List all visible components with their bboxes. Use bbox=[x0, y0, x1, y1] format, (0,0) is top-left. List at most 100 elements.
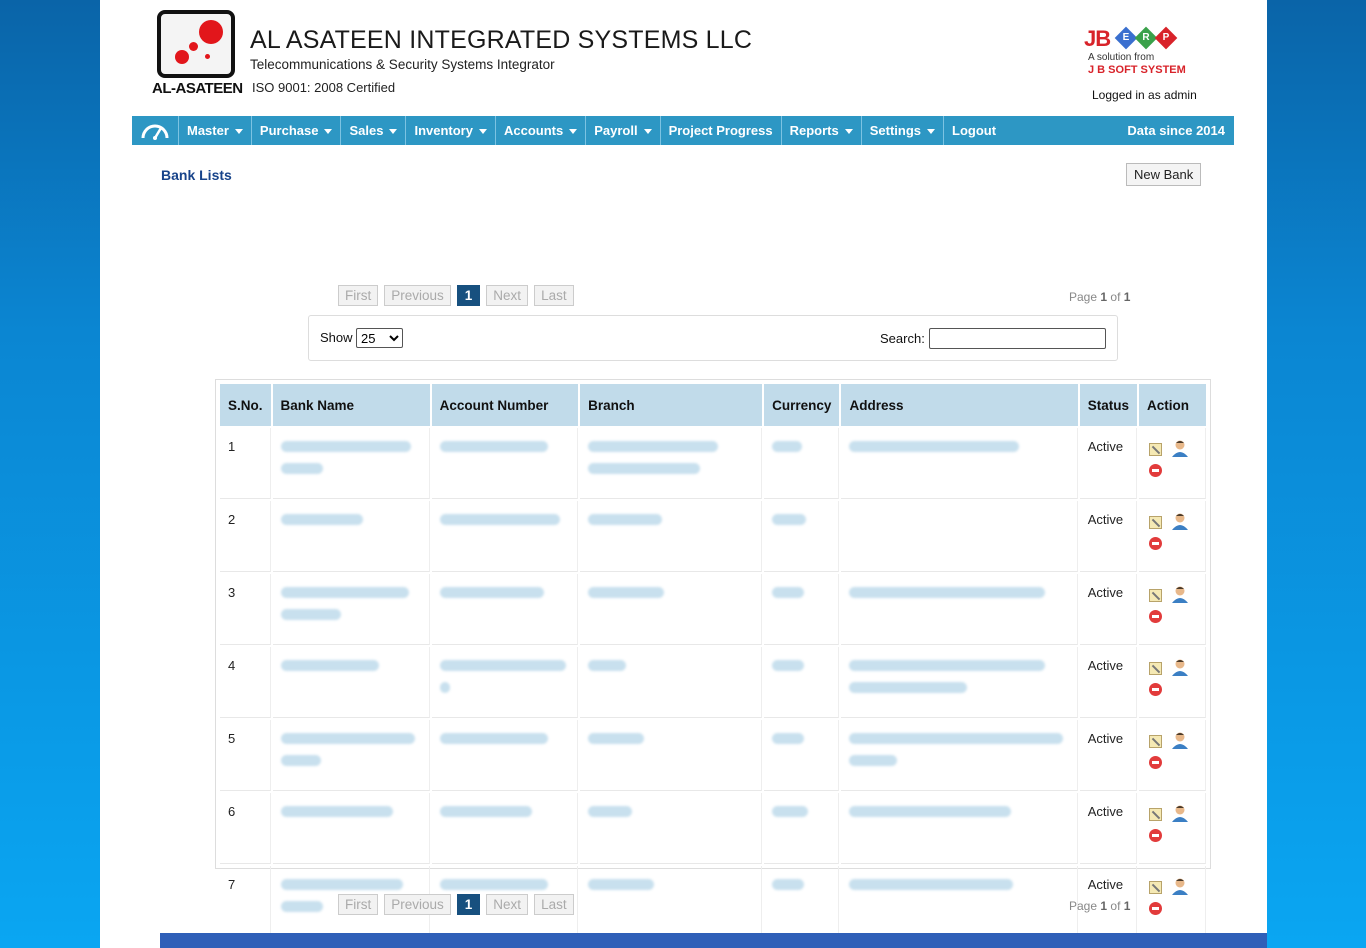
user-icon[interactable] bbox=[1171, 731, 1189, 749]
cell-actions bbox=[1139, 501, 1206, 572]
edit-icon[interactable] bbox=[1149, 589, 1162, 602]
cell-currency bbox=[764, 720, 840, 791]
cell-branch bbox=[580, 428, 763, 499]
company-logo bbox=[157, 10, 235, 78]
table-filter-bar: Show 25 Search: bbox=[308, 315, 1118, 361]
cell-address bbox=[841, 428, 1078, 499]
user-icon[interactable] bbox=[1171, 585, 1189, 603]
company-tagline: Telecommunications & Security Systems In… bbox=[250, 57, 555, 72]
cell-bank-name bbox=[272, 720, 430, 791]
delete-icon[interactable] bbox=[1149, 537, 1162, 550]
cell-sno: 5 bbox=[220, 720, 271, 791]
pager-page-button[interactable]: 1 bbox=[456, 894, 481, 915]
col-currency[interactable]: Currency bbox=[764, 384, 840, 426]
delete-icon[interactable] bbox=[1149, 756, 1162, 769]
col-sno[interactable]: S.No. bbox=[220, 384, 271, 426]
table-row: 6 Active bbox=[220, 793, 1206, 864]
table-row: 5 Active bbox=[220, 720, 1206, 791]
nav-reports[interactable]: Reports bbox=[782, 116, 862, 145]
cell-account-number bbox=[431, 720, 579, 791]
nav-settings[interactable]: Settings bbox=[862, 116, 945, 145]
edit-icon[interactable] bbox=[1149, 443, 1162, 456]
show-label: Show bbox=[320, 330, 353, 345]
page-title: Bank Lists bbox=[161, 167, 232, 183]
user-icon[interactable] bbox=[1171, 658, 1189, 676]
caret-down-icon bbox=[844, 129, 853, 135]
col-address[interactable]: Address bbox=[841, 384, 1078, 426]
dashboard-icon[interactable] bbox=[132, 116, 179, 145]
edit-icon[interactable] bbox=[1149, 735, 1162, 748]
pager-previous-button[interactable]: Previous bbox=[384, 894, 451, 915]
delete-icon[interactable] bbox=[1149, 610, 1162, 623]
cell-bank-name bbox=[272, 501, 430, 572]
erp-logo: JB E R P A solution from J B SOFT SYSTEM bbox=[1084, 26, 1186, 76]
col-action: Action bbox=[1139, 384, 1206, 426]
search-label: Search: bbox=[880, 331, 925, 346]
nav-purchase[interactable]: Purchase bbox=[252, 116, 342, 145]
nav-inventory[interactable]: Inventory bbox=[406, 116, 496, 145]
pager-first-button[interactable]: First bbox=[338, 285, 379, 306]
nav-payroll[interactable]: Payroll bbox=[586, 116, 661, 145]
pager-previous-button[interactable]: Previous bbox=[384, 285, 451, 306]
pager-first-button[interactable]: First bbox=[338, 894, 379, 915]
cell-sno: 1 bbox=[220, 428, 271, 499]
new-bank-button[interactable]: New Bank bbox=[1126, 163, 1202, 186]
pager-last-button[interactable]: Last bbox=[534, 285, 574, 306]
cell-currency bbox=[764, 866, 840, 937]
bank-table-container: S.No. Bank Name Account Number Branch Cu… bbox=[215, 379, 1211, 937]
table-row: 1 Active bbox=[220, 428, 1206, 499]
edit-icon[interactable] bbox=[1149, 662, 1162, 675]
bank-table: S.No. Bank Name Account Number Branch Cu… bbox=[218, 382, 1208, 939]
edit-icon[interactable] bbox=[1149, 808, 1162, 821]
user-icon[interactable] bbox=[1171, 877, 1189, 895]
cell-currency bbox=[764, 501, 840, 572]
delete-icon[interactable] bbox=[1149, 902, 1162, 915]
pager-bottom: First Previous 1 Next Last bbox=[338, 894, 574, 915]
cell-address bbox=[841, 574, 1078, 645]
delete-icon[interactable] bbox=[1149, 829, 1162, 842]
caret-down-icon bbox=[234, 129, 243, 135]
edit-icon[interactable] bbox=[1149, 881, 1162, 894]
cell-branch bbox=[580, 574, 763, 645]
caret-down-icon bbox=[569, 129, 578, 135]
caret-down-icon bbox=[643, 129, 652, 135]
cell-status: Active bbox=[1079, 428, 1137, 499]
col-branch[interactable]: Branch bbox=[580, 384, 763, 426]
user-icon[interactable] bbox=[1171, 512, 1189, 530]
col-bank-name[interactable]: Bank Name bbox=[272, 384, 430, 426]
nav-master[interactable]: Master bbox=[179, 116, 252, 145]
nav-project-progress[interactable]: Project Progress bbox=[661, 116, 782, 145]
caret-down-icon bbox=[389, 129, 398, 135]
caret-down-icon bbox=[478, 129, 487, 135]
delete-icon[interactable] bbox=[1149, 683, 1162, 696]
delete-icon[interactable] bbox=[1149, 464, 1162, 477]
cell-actions bbox=[1139, 866, 1206, 937]
cell-actions bbox=[1139, 647, 1206, 718]
pager-next-button[interactable]: Next bbox=[486, 285, 529, 306]
cell-address bbox=[841, 501, 1078, 572]
col-status[interactable]: Status bbox=[1079, 384, 1137, 426]
cell-sno: 7 bbox=[220, 866, 271, 937]
cell-sno: 2 bbox=[220, 501, 271, 572]
pager-page-button[interactable]: 1 bbox=[456, 285, 481, 306]
search-input[interactable] bbox=[929, 328, 1106, 349]
nav-accounts[interactable]: Accounts bbox=[496, 116, 587, 145]
cell-sno: 6 bbox=[220, 793, 271, 864]
erp-logo-line2: J B SOFT SYSTEM bbox=[1088, 64, 1186, 76]
cell-actions bbox=[1139, 428, 1206, 499]
pager-next-button[interactable]: Next bbox=[486, 894, 529, 915]
col-account-number[interactable]: Account Number bbox=[431, 384, 579, 426]
page-info-top: Page 1 of 1 bbox=[1069, 290, 1131, 304]
nav-logout[interactable]: Logout bbox=[944, 116, 1004, 145]
user-icon[interactable] bbox=[1171, 439, 1189, 457]
cell-actions bbox=[1139, 793, 1206, 864]
cell-branch bbox=[580, 866, 763, 937]
main-navbar: Master Purchase Sales Inventory Accounts… bbox=[132, 116, 1234, 145]
pager-last-button[interactable]: Last bbox=[534, 894, 574, 915]
user-icon[interactable] bbox=[1171, 804, 1189, 822]
nav-sales[interactable]: Sales bbox=[341, 116, 407, 145]
page-size-select[interactable]: 25 bbox=[356, 328, 403, 348]
cell-branch bbox=[580, 793, 763, 864]
cell-bank-name bbox=[272, 574, 430, 645]
edit-icon[interactable] bbox=[1149, 516, 1162, 529]
